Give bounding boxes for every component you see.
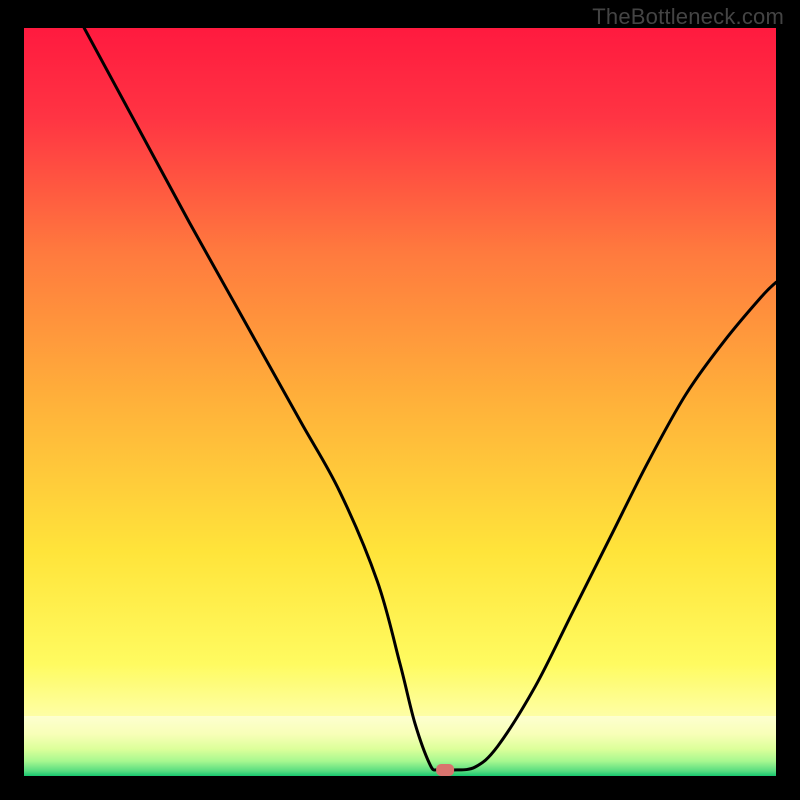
- plot-area: [24, 28, 776, 776]
- chart-frame: TheBottleneck.com: [0, 0, 800, 800]
- gradient-bottom-band: [24, 716, 776, 776]
- watermark-label: TheBottleneck.com: [592, 4, 784, 30]
- minimum-marker: [436, 764, 454, 776]
- chart-svg: [24, 28, 776, 776]
